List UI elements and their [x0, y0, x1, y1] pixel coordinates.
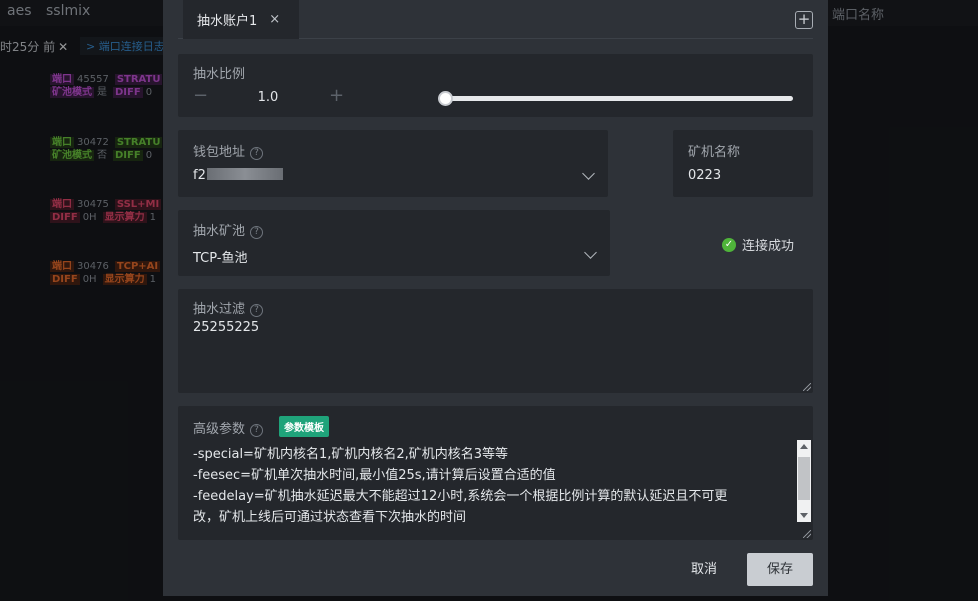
help-icon[interactable]: ?	[250, 226, 264, 239]
ratio-slider-track[interactable]	[446, 96, 793, 101]
filter-panel[interactable]: 抽水过滤? 25255225	[178, 289, 813, 393]
advanced-line: -special=矿机内核名1,矿机内核名2,矿机内核名3等等	[193, 447, 509, 462]
close-icon[interactable]: ×	[269, 12, 280, 27]
check-circle-icon: ✓	[722, 237, 736, 252]
filter-label: 抽水过滤	[193, 302, 246, 317]
ratio-panel: 抽水比例 − 1.0 +	[178, 54, 813, 117]
resize-handle-icon[interactable]	[803, 383, 811, 391]
help-icon[interactable]: ?	[250, 424, 264, 437]
ratio-value[interactable]: 1.0	[243, 90, 293, 105]
help-icon[interactable]: ?	[250, 147, 264, 160]
help-icon[interactable]: ?	[250, 304, 264, 317]
scroll-up-icon[interactable]	[800, 444, 808, 449]
vertical-scrollbar[interactable]	[797, 440, 811, 522]
miner-name-field[interactable]: 0223	[688, 168, 721, 183]
advanced-panel[interactable]: 高级参数? 参数模板 -special=矿机内核名1,矿机内核名2,矿机内核名3等…	[178, 406, 813, 540]
redacted-address	[206, 168, 283, 180]
fee-account-dialog: 抽水账户1 × + 抽水比例 − 1.0 + 钱包地址? f2 矿机名称 022…	[163, 0, 828, 596]
connection-status-text: 连接成功	[742, 239, 795, 254]
pool-label: 抽水矿池	[193, 224, 246, 239]
advanced-line: -feesec=矿机单次抽水时间,最小值25s,请计算后设置合适的值	[193, 468, 556, 483]
wallet-panel[interactable]: 钱包地址? f2	[178, 130, 608, 197]
advanced-textarea[interactable]: -special=矿机内核名1,矿机内核名2,矿机内核名3等等 -feesec=…	[193, 444, 793, 528]
add-tab-icon[interactable]: +	[795, 11, 813, 29]
advanced-line: -feedelay=矿机抽水延迟最大不能超过12小时,系统会一个根据比例计算的默…	[193, 489, 728, 504]
wallet-label: 钱包地址	[193, 145, 246, 160]
scroll-down-icon[interactable]	[800, 513, 808, 518]
chevron-down-icon[interactable]	[584, 246, 597, 259]
miner-name-panel[interactable]: 矿机名称 0223	[673, 130, 813, 197]
dialog-tab-bar: 抽水账户1 × +	[178, 0, 813, 39]
advanced-label: 高级参数	[193, 422, 246, 437]
tab-fee-account-1[interactable]: 抽水账户1 ×	[183, 0, 299, 39]
scrollbar-thumb[interactable]	[798, 457, 810, 500]
decrement-button[interactable]: −	[193, 87, 208, 105]
pool-panel[interactable]: 抽水矿池? TCP-鱼池	[178, 210, 610, 276]
ratio-slider-handle[interactable]	[438, 91, 453, 106]
connection-status: ✓ 连接成功	[722, 235, 794, 254]
param-template-button[interactable]: 参数模板	[279, 416, 330, 437]
miner-name-label: 矿机名称	[688, 145, 741, 160]
filter-textarea[interactable]: 25255225	[193, 320, 259, 335]
resize-handle-icon[interactable]	[803, 530, 811, 538]
chevron-down-icon[interactable]	[582, 167, 595, 180]
advanced-line: 改，矿机上线后可通过状态查看下次抽水的时间	[193, 510, 467, 525]
save-button[interactable]: 保存	[747, 553, 813, 586]
pool-select[interactable]: TCP-鱼池	[193, 247, 248, 266]
ratio-label: 抽水比例	[193, 67, 246, 82]
tab-label: 抽水账户1	[197, 14, 258, 29]
increment-button[interactable]: +	[329, 87, 344, 105]
cancel-button[interactable]: 取消	[671, 553, 737, 586]
wallet-address-field[interactable]: f2	[193, 168, 283, 183]
